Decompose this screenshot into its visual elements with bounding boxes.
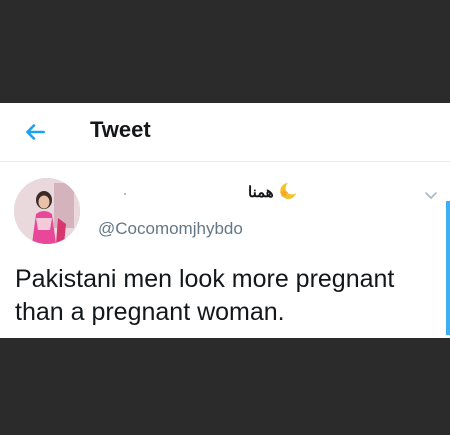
display-name: همنا	[248, 184, 274, 201]
chevron-down-icon[interactable]	[422, 187, 440, 205]
author-name-row[interactable]: همنا	[100, 181, 300, 205]
scroll-indicator	[446, 201, 450, 335]
avatar-image	[14, 178, 80, 244]
author-handle[interactable]: @Cocomomjhybdo	[98, 219, 243, 239]
avatar[interactable]	[14, 178, 80, 244]
top-dark-band	[0, 0, 450, 103]
bottom-dark-band	[0, 338, 450, 435]
crescent-moon-star-icon	[280, 183, 296, 199]
back-button[interactable]	[18, 115, 52, 149]
arrow-left-icon	[26, 124, 45, 140]
tweet-header: Tweet	[0, 103, 450, 162]
separator-dot	[124, 193, 126, 195]
page-title: Tweet	[90, 117, 151, 142]
tweet-text: Pakistani men look more pregnant than a …	[15, 265, 395, 326]
tweet-card: Tweet همنا @Cocomomjhybdo Pakistani men …	[0, 103, 450, 338]
